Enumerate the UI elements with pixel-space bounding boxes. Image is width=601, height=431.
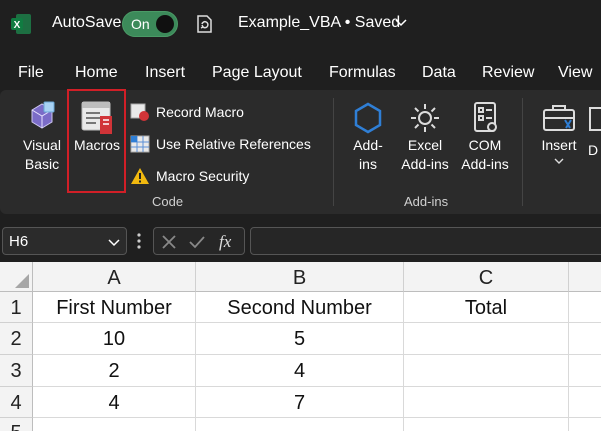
cell-c1[interactable]: Total	[404, 292, 569, 323]
group-separator	[522, 98, 523, 206]
design-mode-label: D	[588, 142, 599, 158]
relative-references-icon	[130, 135, 150, 153]
macro-security-label: Macro Security	[156, 168, 250, 184]
insert-controls-label: Insert	[541, 137, 577, 153]
tab-view[interactable]: View	[558, 64, 592, 82]
tab-home[interactable]: Home	[75, 64, 118, 82]
tab-file[interactable]: File	[18, 64, 44, 82]
cell-b5[interactable]	[196, 418, 404, 431]
row-header[interactable]: 5	[0, 418, 33, 431]
check-icon[interactable]	[188, 233, 206, 251]
column-header-b[interactable]: B	[196, 262, 404, 292]
file-title[interactable]: Example_VBA • Saved	[238, 14, 400, 32]
tab-review[interactable]: Review	[482, 64, 534, 82]
cell-d4[interactable]	[569, 387, 601, 418]
cell-b3[interactable]: 4	[196, 355, 404, 387]
column-header-c[interactable]: C	[404, 262, 569, 292]
autosave-state: On	[131, 16, 150, 32]
design-mode-button[interactable]: D	[588, 100, 601, 160]
design-mode-icon	[589, 107, 601, 131]
column-header-d[interactable]	[569, 262, 601, 292]
tab-insert[interactable]: Insert	[145, 64, 185, 82]
tab-formulas[interactable]: Formulas	[329, 64, 396, 82]
visual-basic-icon	[31, 101, 55, 129]
hexagon-icon	[354, 102, 382, 134]
cell-d1[interactable]	[569, 292, 601, 323]
formula-controls: fx	[153, 227, 245, 255]
row-header[interactable]: 3	[0, 355, 33, 387]
chevron-down-icon[interactable]	[108, 236, 120, 248]
record-macro-label: Record Macro	[156, 104, 244, 120]
add-ins-group-label: Add-ins	[404, 194, 449, 209]
select-all-corner[interactable]	[0, 262, 33, 292]
cancel-icon[interactable]	[160, 233, 178, 251]
ribbon-tabs: File Home Insert Page Layout Formulas Da…	[0, 58, 601, 90]
chevron-down-icon	[554, 158, 564, 164]
insert-function-icon[interactable]: fx	[218, 231, 240, 251]
excel-logo-icon: X	[11, 14, 31, 34]
group-separator	[333, 98, 334, 206]
svg-text:X: X	[14, 20, 21, 31]
svg-text:fx: fx	[219, 232, 232, 251]
cell-b1[interactable]: Second Number	[196, 292, 404, 323]
warning-icon	[131, 168, 149, 184]
autosave-label: AutoSave	[52, 14, 122, 31]
cell-a2[interactable]: 10	[33, 323, 196, 355]
com-add-ins-label: COM	[468, 137, 502, 153]
cell-d3[interactable]	[569, 355, 601, 387]
excel-add-ins-label-2: Add-ins	[401, 156, 449, 172]
com-add-ins-button[interactable]: COM Add-ins	[456, 100, 514, 174]
code-group-label: Code	[152, 194, 184, 209]
use-relative-references-label: Use Relative References	[156, 136, 311, 152]
macros-highlight-box	[67, 89, 126, 193]
cell-b2[interactable]: 5	[196, 323, 404, 355]
cell-c5[interactable]	[404, 418, 569, 431]
cell-b4[interactable]: 7	[196, 387, 404, 418]
cell-a4[interactable]: 4	[33, 387, 196, 418]
excel-add-ins-button[interactable]: Excel Add-ins	[396, 100, 454, 174]
cell-c4[interactable]	[404, 387, 569, 418]
add-ins-label: Add-	[353, 137, 383, 153]
record-macro-icon	[130, 103, 149, 121]
cell-a3[interactable]: 2	[33, 355, 196, 387]
excel-add-ins-label: Excel	[407, 137, 443, 153]
column-header-a[interactable]: A	[33, 262, 196, 292]
cell-a5[interactable]	[33, 418, 196, 431]
gear-icon	[411, 104, 439, 132]
com-add-ins-icon	[474, 102, 497, 132]
row-header[interactable]: 1	[0, 292, 33, 323]
cell-c3[interactable]	[404, 355, 569, 387]
worksheet-grid: A B C 1 2 3 4 5 First Number Second Numb…	[0, 262, 601, 431]
visual-basic-label-2: Basic	[24, 156, 60, 172]
toggle-knob	[156, 15, 174, 33]
add-ins-label-2: ins	[359, 156, 377, 172]
sync-icon[interactable]	[193, 13, 215, 35]
macro-security-button[interactable]: Macro Security	[130, 166, 249, 186]
record-macro-button[interactable]: Record Macro	[130, 102, 244, 122]
cell-a1[interactable]: First Number	[33, 292, 196, 323]
cell-d2[interactable]	[569, 323, 601, 355]
insert-controls-button[interactable]: Insert	[534, 100, 584, 165]
select-all-triangle-icon	[15, 274, 29, 288]
autosave-toggle[interactable]: On	[122, 11, 178, 37]
title-bar: X AutoSave On Example_VBA • Saved	[0, 0, 601, 50]
formula-input[interactable]	[250, 227, 601, 255]
chevron-down-icon[interactable]	[395, 17, 407, 29]
com-add-ins-label-2: Add-ins	[461, 156, 509, 172]
row-header[interactable]: 4	[0, 387, 33, 418]
visual-basic-label: Visual	[23, 137, 61, 153]
tab-page-layout[interactable]: Page Layout	[212, 64, 302, 82]
cell-d5[interactable]	[569, 418, 601, 431]
tab-data[interactable]: Data	[422, 64, 456, 82]
toolbox-icon	[543, 105, 575, 131]
visual-basic-button[interactable]: Visual Basic	[14, 100, 70, 174]
name-box-value: H6	[9, 233, 29, 250]
formula-bar: H6 fx	[0, 222, 601, 260]
add-ins-button[interactable]: Add- ins	[344, 100, 392, 174]
cell-c2[interactable]	[404, 323, 569, 355]
more-options-icon[interactable]	[136, 232, 142, 250]
row-header[interactable]: 2	[0, 323, 33, 355]
use-relative-references-button[interactable]: Use Relative References	[130, 134, 311, 154]
name-box[interactable]: H6	[2, 227, 127, 255]
